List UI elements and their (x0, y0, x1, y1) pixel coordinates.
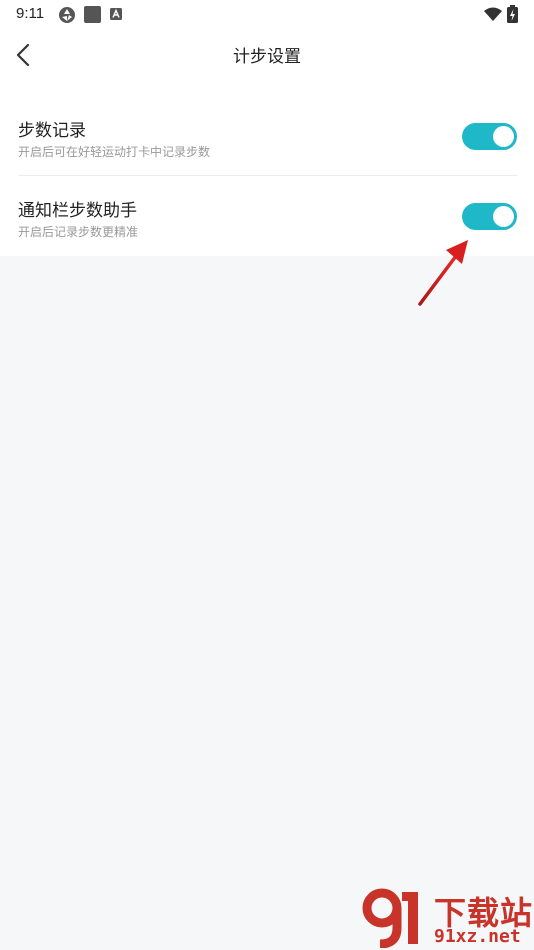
toggle-knob (493, 126, 514, 147)
status-bar: 9:11 (0, 0, 534, 28)
setting-title: 通知栏步数助手 (18, 201, 137, 221)
toggle-knob (493, 206, 514, 227)
setting-title: 步数记录 (18, 121, 86, 141)
setting-subtitle: 开启后可在好轻运动打卡中记录步数 (18, 145, 211, 159)
watermark-logo-icon (362, 888, 418, 948)
watermark-domain: 91xz.net (434, 926, 521, 947)
site-watermark: 下载站 91xz.net (362, 888, 532, 948)
header: 计步设置 (0, 28, 534, 82)
step-record-toggle[interactable] (462, 123, 517, 150)
aperture-icon (59, 7, 75, 23)
setting-row-step-record: 步数记录 开启后可在好轻运动打卡中记录步数 (0, 96, 534, 176)
wifi-icon (484, 7, 502, 21)
red-arrow-icon (418, 240, 468, 306)
battery-charging-icon (507, 5, 518, 23)
square-icon (84, 6, 101, 23)
settings-list: 步数记录 开启后可在好轻运动打卡中记录步数 通知栏步数助手 开启后记录步数更精准 (0, 82, 534, 256)
a-box-icon (110, 8, 122, 20)
page-title: 计步设置 (233, 47, 301, 67)
status-time: 9:11 (16, 5, 45, 22)
notification-assistant-toggle[interactable] (462, 203, 517, 230)
setting-subtitle: 开启后记录步数更精准 (18, 225, 139, 239)
